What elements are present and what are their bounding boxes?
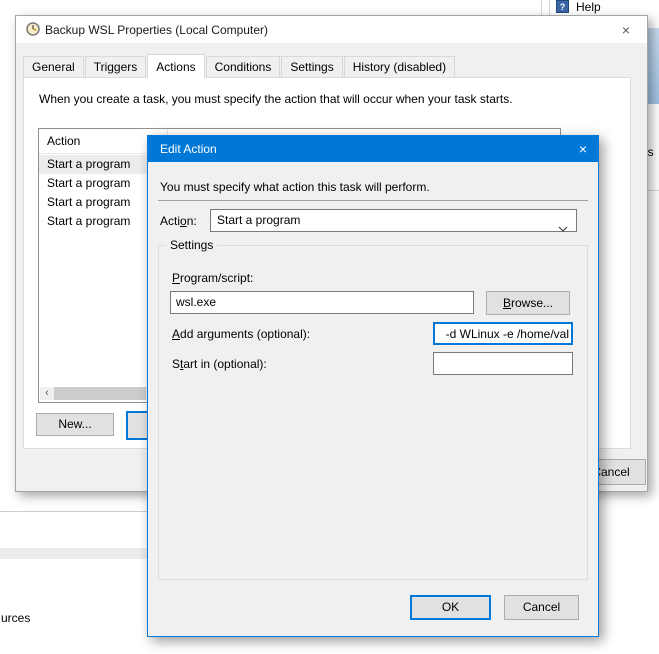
- background-band: [0, 548, 147, 559]
- help-icon: ?: [556, 0, 569, 13]
- task-scheduler-clock-icon: [26, 22, 40, 39]
- edit-action-title: Edit Action: [160, 142, 217, 156]
- chevron-down-icon[interactable]: [558, 218, 568, 239]
- tab-actions[interactable]: Actions: [147, 54, 204, 78]
- browse-button[interactable]: Browse...: [486, 291, 570, 315]
- close-icon[interactable]: ×: [568, 136, 598, 162]
- add-arguments-input[interactable]: -d WLinux -e /home/val: [433, 322, 573, 345]
- program-script-label: Program/script:: [172, 271, 253, 285]
- action-label: Action:: [160, 214, 197, 228]
- ok-button[interactable]: OK: [410, 595, 491, 620]
- separator-line: [158, 200, 588, 201]
- add-arguments-value: -d WLinux -e /home/val: [446, 325, 569, 344]
- new-button[interactable]: New...: [36, 413, 114, 436]
- cancel-button[interactable]: Cancel: [504, 595, 579, 620]
- scroll-left-icon[interactable]: ‹: [40, 387, 54, 400]
- tab-general[interactable]: General: [23, 56, 84, 78]
- toolbar-separator: [549, 0, 550, 15]
- tab-triggers[interactable]: Triggers: [85, 56, 147, 78]
- tab-conditions[interactable]: Conditions: [206, 56, 281, 78]
- properties-tabs: General Triggers Actions Conditions Sett…: [23, 56, 456, 78]
- tab-settings[interactable]: Settings: [281, 56, 342, 78]
- action-dropdown-value: Start a program: [217, 213, 300, 227]
- edit-action-intro: You must specify what action this task w…: [160, 180, 430, 194]
- close-icon[interactable]: ×: [614, 20, 638, 40]
- background-divider: [0, 511, 147, 512]
- settings-group-label: Settings: [166, 238, 217, 252]
- start-in-label: Start in (optional):: [172, 357, 267, 371]
- add-arguments-label: Add arguments (optional):: [172, 327, 310, 341]
- start-in-input[interactable]: [433, 352, 573, 375]
- tab-history[interactable]: History (disabled): [344, 56, 455, 78]
- actions-description: When you create a task, you must specify…: [39, 92, 619, 106]
- scrollbar-thumb[interactable]: [54, 387, 146, 400]
- toolbar-separator: [541, 0, 542, 15]
- edit-action-dialog: Edit Action × You must specify what acti…: [147, 135, 599, 637]
- action-dropdown[interactable]: Start a program: [210, 209, 577, 232]
- properties-dialog-title: Backup WSL Properties (Local Computer): [45, 23, 268, 37]
- program-script-input[interactable]: wsl.exe: [170, 291, 474, 314]
- menu-item-help[interactable]: Help: [576, 0, 601, 14]
- properties-titlebar: Backup WSL Properties (Local Computer) ×: [16, 16, 647, 43]
- edit-action-titlebar: Edit Action ×: [148, 136, 598, 162]
- background-text-fragment: urces: [1, 611, 30, 625]
